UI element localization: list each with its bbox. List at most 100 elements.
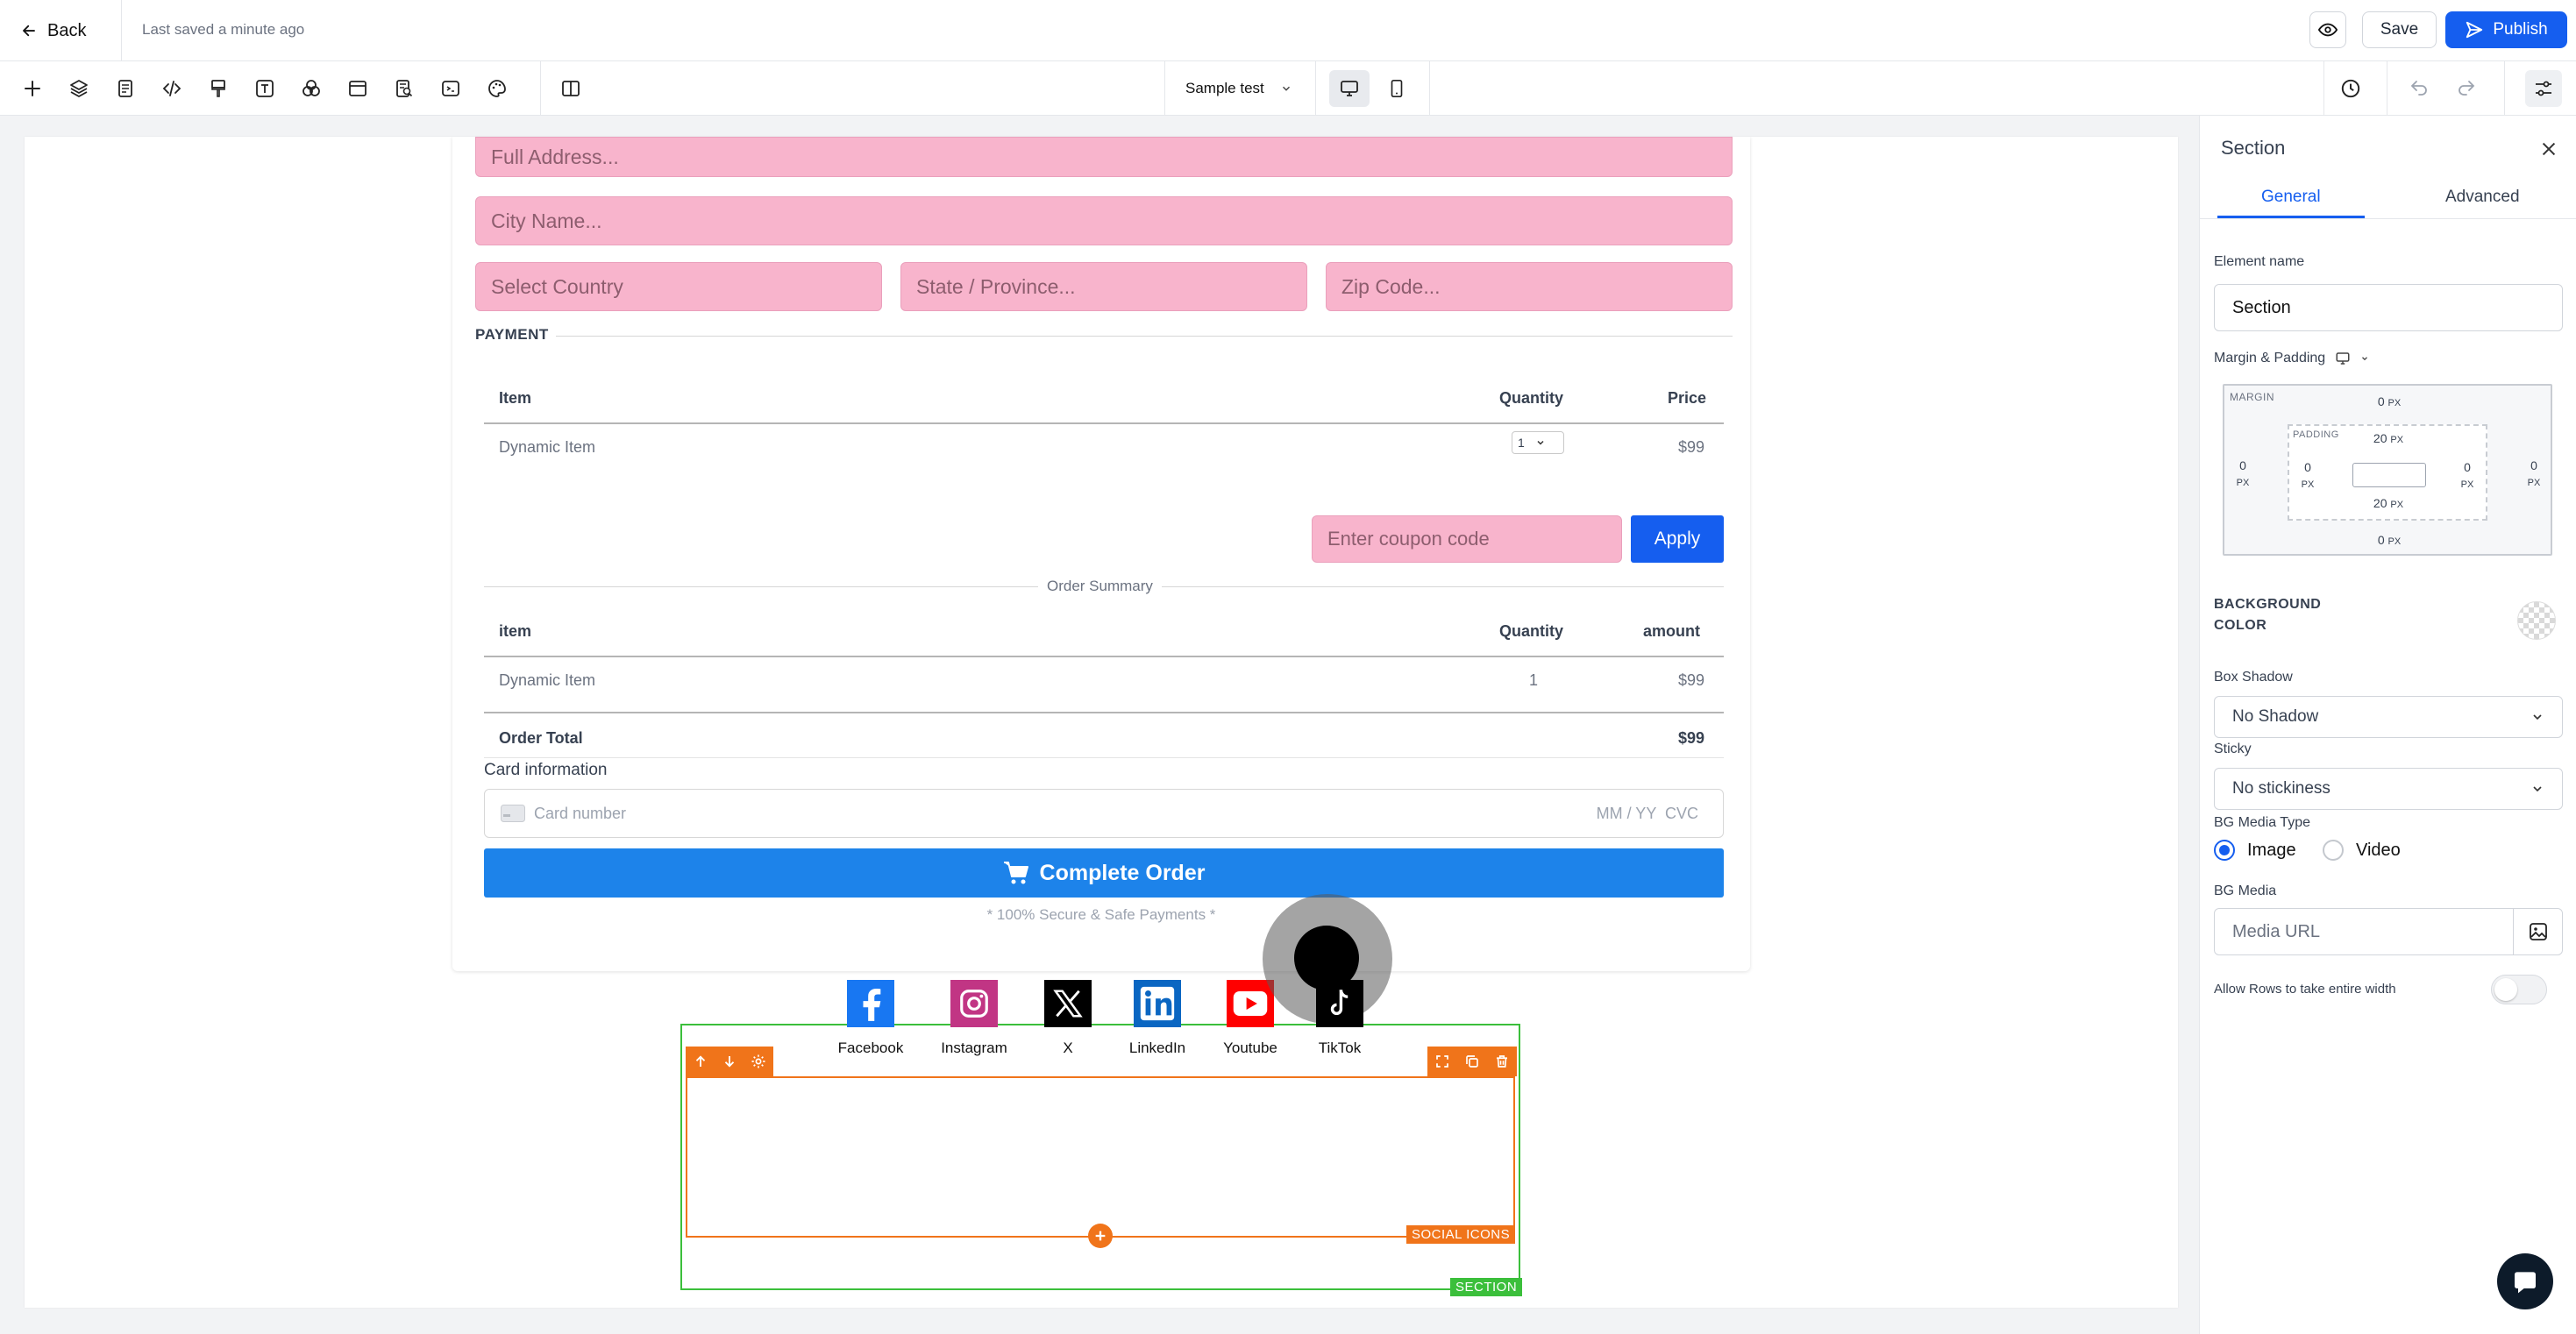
summary-item-quantity: 1 <box>1529 671 1539 689</box>
text-icon[interactable] <box>246 70 283 107</box>
mobile-view-button[interactable] <box>1377 70 1417 107</box>
page-selector[interactable]: Sample test <box>1175 70 1306 107</box>
history-icon[interactable] <box>2332 70 2369 107</box>
social-icons-tag: SOCIAL ICONS <box>1406 1225 1516 1244</box>
complete-order-label: Complete Order <box>1039 860 1206 885</box>
media-type-video[interactable]: Video <box>2323 840 2401 861</box>
margin-left[interactable]: 0 PX <box>2230 458 2256 491</box>
social-tiktok[interactable]: TikTok <box>1287 980 1392 1057</box>
expand-icon[interactable] <box>1434 1054 1450 1069</box>
item-name: Dynamic Item <box>499 438 596 456</box>
social-facebook[interactable]: Facebook <box>818 980 923 1057</box>
box-shadow-select[interactable]: No Shadow <box>2214 696 2563 738</box>
chat-button[interactable] <box>2497 1253 2553 1309</box>
page-selector-label: Sample test <box>1185 80 1264 96</box>
summary-header-quantity: Quantity <box>1499 622 1564 640</box>
plus-icon <box>1095 1231 1106 1241</box>
social-icons-element[interactable] <box>686 1076 1515 1238</box>
chevron-down-icon <box>1537 440 1544 445</box>
margin-right[interactable]: 0 PX <box>2521 458 2547 491</box>
layers-icon[interactable] <box>60 70 97 107</box>
editor-toolbar: Sample test <box>0 61 2576 116</box>
margin-top[interactable]: 0 PX <box>2370 394 2409 408</box>
padding-left[interactable]: 0 PX <box>2295 459 2321 493</box>
apply-button[interactable]: Apply <box>1631 515 1724 563</box>
settings-sliders-icon[interactable] <box>2525 70 2562 107</box>
margin-padding-text: Margin & Padding <box>2214 351 2326 365</box>
gear-icon[interactable] <box>751 1054 766 1069</box>
sticky-select[interactable]: No stickiness <box>2214 768 2563 810</box>
state-field[interactable]: State / Province... <box>900 262 1307 311</box>
city-field[interactable]: City Name... <box>475 196 1733 245</box>
social-label: TikTok <box>1318 1040 1362 1056</box>
summary-header-amount: amount <box>1643 622 1700 640</box>
social-instagram[interactable]: Instagram <box>922 980 1027 1057</box>
terminal-icon[interactable] <box>432 70 469 107</box>
card-input[interactable]: Card number MM / YY CVC <box>484 789 1724 838</box>
divider <box>2323 61 2324 116</box>
back-button[interactable]: Back <box>12 12 95 49</box>
allow-rows-toggle[interactable] <box>2491 975 2547 1004</box>
media-type-image[interactable]: Image <box>2214 840 2296 861</box>
padding-right[interactable]: 0 PX <box>2454 459 2480 493</box>
arrow-up-icon[interactable] <box>693 1054 708 1069</box>
redo-icon[interactable] <box>2448 70 2485 107</box>
background-color-swatch[interactable] <box>2517 601 2556 640</box>
summary-header-item: item <box>499 622 532 640</box>
duplicate-icon[interactable] <box>1464 1054 1480 1069</box>
layout-icon[interactable] <box>339 70 376 107</box>
coupon-input[interactable]: Enter coupon code <box>1312 515 1622 563</box>
secure-note: * 100% Secure & Safe Payments * <box>986 906 1216 923</box>
items-header-price: Price <box>1668 389 1707 407</box>
arrow-down-icon[interactable] <box>722 1054 737 1069</box>
card-exp-cvc-placeholder: MM / YY CVC <box>1596 805 1698 822</box>
monitor-icon[interactable] <box>2334 351 2352 366</box>
quantity-select[interactable]: 1 <box>1512 431 1564 454</box>
element-action-controls <box>1427 1047 1517 1076</box>
social-label: Instagram <box>941 1040 1007 1056</box>
padding-top[interactable]: 20 PX <box>2366 431 2410 445</box>
monitor-icon <box>1341 81 1358 96</box>
padding-bottom[interactable]: 20 PX <box>2366 496 2410 510</box>
chevron-down-icon <box>2533 714 2542 720</box>
complete-order-button[interactable]: Complete Order <box>484 848 1724 898</box>
media-url-input[interactable]: Media URL <box>2214 908 2563 955</box>
radio-selected <box>2214 840 2235 861</box>
publish-button[interactable]: Publish <box>2445 11 2567 48</box>
radio-unselected <box>2323 840 2344 861</box>
margin-bottom[interactable]: 0 PX <box>2370 533 2409 547</box>
address-field[interactable]: Full Address... <box>475 137 1733 177</box>
code-icon[interactable] <box>153 70 190 107</box>
search-doc-icon[interactable] <box>386 70 423 107</box>
save-button[interactable]: Save <box>2362 11 2437 48</box>
paint-icon[interactable] <box>200 70 237 107</box>
arrow-left-icon <box>23 25 35 37</box>
divider <box>484 757 1724 758</box>
palette-icon[interactable] <box>479 70 516 107</box>
add-icon[interactable] <box>14 70 51 107</box>
page-icon[interactable] <box>107 70 144 107</box>
phone-icon <box>1391 80 1403 97</box>
zip-field[interactable]: Zip Code... <box>1326 262 1733 311</box>
active-tab-indicator <box>2217 216 2365 218</box>
element-name-input[interactable]: Section <box>2214 284 2563 331</box>
social-linkedin[interactable]: LinkedIn <box>1105 980 1210 1057</box>
columns-icon[interactable] <box>552 70 589 107</box>
desktop-view-button[interactable] <box>1329 70 1370 107</box>
trash-icon[interactable] <box>1494 1054 1510 1069</box>
tab-general[interactable]: General <box>2261 188 2321 207</box>
tab-advanced[interactable]: Advanced <box>2445 188 2520 207</box>
social-label: LinkedIn <box>1128 1040 1186 1056</box>
shapes-icon[interactable] <box>293 70 330 107</box>
undo-icon[interactable] <box>2401 70 2437 107</box>
send-icon <box>2466 21 2483 39</box>
add-element-button[interactable] <box>1088 1224 1113 1248</box>
items-header-item: Item <box>499 389 532 407</box>
media-picker-button[interactable] <box>2513 909 2562 954</box>
allow-rows-label: Allow Rows to take entire width <box>2214 982 2396 997</box>
chevron-down-icon[interactable] <box>2360 354 2369 363</box>
order-summary-label: Order Summary <box>1038 578 1162 595</box>
close-button[interactable] <box>2533 133 2565 165</box>
country-select[interactable]: Select Country <box>475 262 882 311</box>
preview-button[interactable] <box>2309 11 2346 48</box>
